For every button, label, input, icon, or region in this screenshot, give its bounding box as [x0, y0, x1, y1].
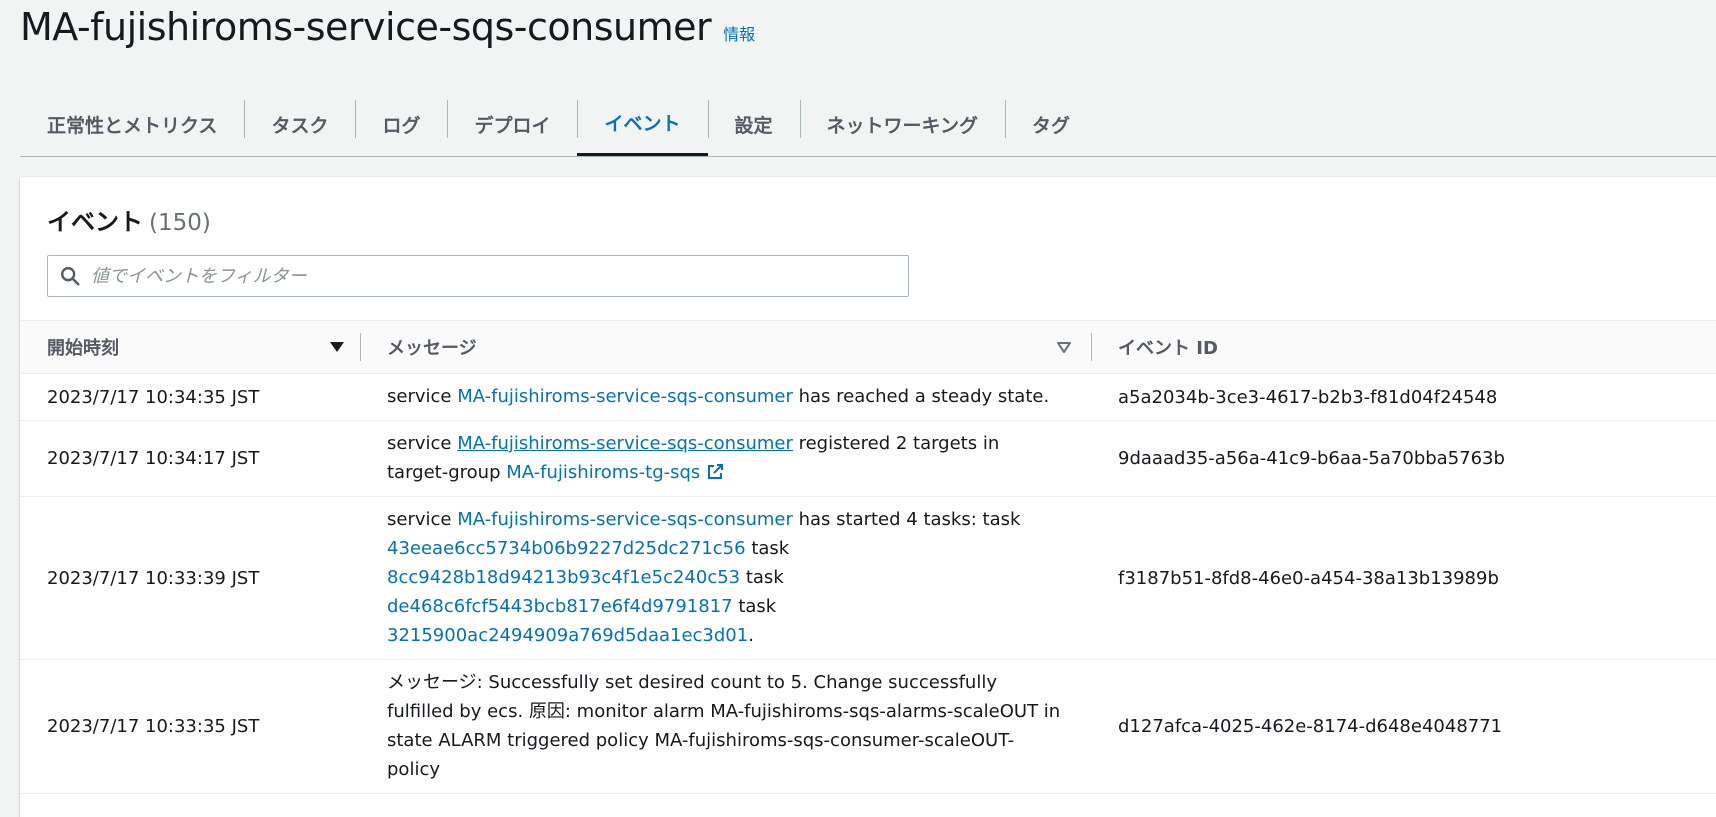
resource-link[interactable]: 8cc9428b18d94213b93c4f1e5c240c53	[387, 567, 740, 588]
resource-link[interactable]: 43eeae6cc5734b06b9227d25dc271c56	[387, 538, 746, 559]
event-id: f3187b51-8fd8-46e0-a454-38a13b13989b	[1092, 496, 1716, 660]
message-text: service	[387, 433, 458, 454]
tab-2[interactable]: ログ	[355, 92, 447, 156]
resource-link[interactable]: MA-fujishiroms-service-sqs-consumer	[457, 509, 793, 530]
message-text: メッセージ: Successfully set desired count to…	[387, 672, 1061, 780]
event-id: a5a2034b-3ce3-4617-b2b3-f81d04f24548	[1092, 373, 1716, 421]
event-start-time: 2023/7/17 10:33:39 JST	[20, 496, 361, 660]
tab-3[interactable]: デプロイ	[447, 92, 577, 156]
events-panel: イベント (150) 開始時刻	[20, 177, 1716, 817]
resource-link[interactable]: 3215900ac2494909a769d5daa1ec3d01	[387, 625, 748, 646]
table-header-row: 開始時刻 メッセージ イベント ID	[20, 320, 1716, 374]
panel-header: イベント (150)	[47, 202, 211, 242]
panel-title: イベント	[47, 208, 143, 236]
event-start-time: 2023/7/17 10:34:35 JST	[20, 373, 361, 421]
column-header-start-time[interactable]: 開始時刻	[20, 320, 361, 374]
message-text: task	[745, 538, 790, 559]
tab-bar: 正常性とメトリクス タスク ログ デプロイ イベント 設定 ネットワーキング タグ	[20, 92, 1716, 157]
tab-0[interactable]: 正常性とメトリクス	[20, 92, 244, 156]
table-row: 2023/7/17 10:34:17 JST service MA-fujishi…	[20, 420, 1716, 497]
event-message: service MA-fujishiroms-service-sqs-consu…	[361, 496, 1092, 660]
resource-link[interactable]: de468c6fcf5443bcb817e6f4d9791817	[387, 596, 733, 617]
external-link-icon	[708, 464, 724, 479]
event-filter	[47, 255, 909, 297]
resource-link[interactable]: MA-fujishiroms-service-sqs-consumer	[457, 433, 793, 454]
event-count: (150)	[149, 210, 211, 236]
table-row: 2023/7/17 10:33:35 JST メッセージ: Successfull…	[20, 659, 1716, 794]
event-start-time: 2023/7/17 10:33:35 JST	[20, 659, 361, 794]
column-label-event-id: イベント ID	[1118, 338, 1218, 359]
column-label-message: メッセージ	[387, 338, 477, 359]
page-title: MA-fujishiroms-service-sqs-consumer	[20, 5, 712, 49]
message-text: has reached a steady state.	[792, 386, 1050, 407]
event-message: メッセージ: Successfully set desired count to…	[361, 659, 1092, 794]
tab-5[interactable]: 設定	[707, 92, 800, 156]
tab-6[interactable]: ネットワーキング	[799, 92, 1005, 156]
message-text: task	[732, 596, 777, 617]
message-text: service	[387, 509, 458, 530]
sort-neutral-icon[interactable]	[1056, 340, 1072, 354]
event-id: d127afca-4025-462e-8174-d648e4048771	[1092, 659, 1716, 794]
message-text: task	[740, 567, 784, 588]
info-link[interactable]: 情報	[723, 21, 755, 45]
table-row: 2023/7/17 10:34:35 JST service MA-fujishi…	[20, 373, 1716, 421]
column-label-start-time: 開始時刻	[47, 338, 119, 359]
tab-4[interactable]: イベント	[577, 92, 708, 156]
message-text: has started 4 tasks: task	[792, 509, 1021, 530]
table-row: 2023/7/17 10:33:39 JST service MA-fujishi…	[20, 496, 1716, 660]
search-icon	[61, 267, 80, 286]
message-text: service	[387, 386, 458, 407]
tab-7[interactable]: タグ	[1004, 92, 1097, 156]
event-start-time: 2023/7/17 10:34:17 JST	[20, 420, 361, 497]
message-text: .	[748, 625, 754, 646]
event-message: service MA-fujishiroms-service-sqs-consu…	[361, 373, 1092, 421]
column-header-event-id[interactable]: イベント ID	[1092, 320, 1716, 374]
target-group-link[interactable]: MA-fujishiroms-tg-sqs	[506, 462, 700, 483]
event-id: 9daaad35-a56a-41c9-b6aa-5a70bba5763b	[1092, 420, 1716, 497]
events-table: 開始時刻 メッセージ イベント ID 2023/7/17 10:34:35 JS…	[20, 320, 1716, 794]
page-header: MA-fujishiroms-service-sqs-consumer 情報	[20, 2, 755, 52]
event-filter-input[interactable]	[91, 265, 908, 287]
sort-descending-icon[interactable]	[329, 340, 345, 354]
tab-1[interactable]: タスク	[244, 92, 355, 156]
resource-link[interactable]: MA-fujishiroms-service-sqs-consumer	[457, 386, 793, 407]
column-header-message[interactable]: メッセージ	[361, 320, 1092, 374]
event-message: service MA-fujishiroms-service-sqs-consu…	[361, 420, 1092, 497]
